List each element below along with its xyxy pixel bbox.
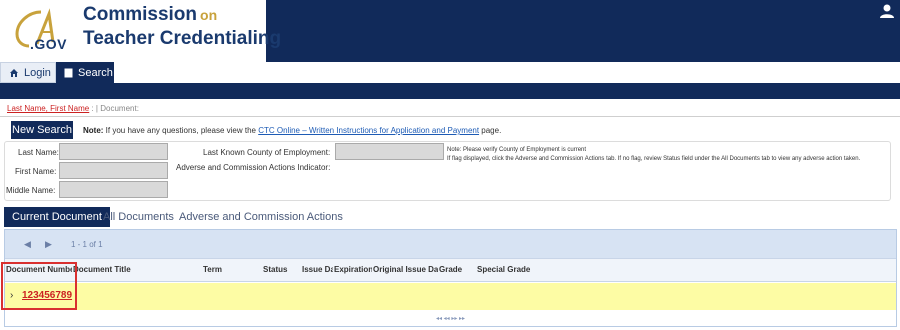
tab-adverse-actions[interactable]: Adverse and Commission Actions — [171, 207, 351, 227]
col-original-issue-date[interactable]: Original Issue Date — [373, 265, 438, 274]
help-note-text: If you have any questions, please view t… — [103, 126, 259, 135]
first-name-field[interactable] — [59, 162, 168, 179]
gov-text: .GOV — [30, 36, 68, 52]
document-tabs: Current Document All Documents Adverse a… — [4, 207, 891, 227]
help-note-prefix: Note: — [83, 126, 104, 135]
pager-count: 1 - 1 of 1 — [71, 240, 103, 249]
nav-login-tab[interactable]: Login — [0, 62, 56, 83]
middle-name-label: Middle Name: — [6, 186, 56, 195]
pager-prev-icon[interactable]: ◀ — [24, 239, 31, 250]
col-document-title[interactable]: Document Title — [73, 265, 201, 274]
breadcrumb-divider — [0, 116, 900, 117]
help-note-suffix: page. — [479, 126, 502, 135]
home-icon — [10, 68, 18, 77]
breadcrumb-name[interactable]: Last Name, First Name — [7, 104, 89, 113]
county-note-line2: If flag displayed, click the Adverse and… — [447, 156, 861, 162]
col-issue-date[interactable]: Issue Date — [302, 265, 333, 274]
breadcrumb: Last Name, First Name : | Document: — [7, 104, 139, 113]
county-label: Last Known County of Employment: — [203, 148, 331, 157]
user-icon[interactable] — [879, 3, 895, 19]
document-icon — [64, 68, 73, 77]
county-field[interactable] — [335, 143, 444, 160]
help-note: Note: If you have any questions, please … — [83, 126, 501, 135]
grid-column-header: Document Number Document Title Term Stat… — [5, 258, 896, 282]
col-status[interactable]: Status — [263, 265, 301, 274]
nav-login-label: Login — [24, 66, 51, 79]
nav-search-label: Search — [78, 66, 113, 79]
first-name-label: First Name: — [15, 167, 57, 176]
col-special-grade[interactable]: Special Grade — [477, 265, 557, 274]
middle-name-field[interactable] — [59, 181, 168, 198]
breadcrumb-document: Document: — [100, 104, 139, 113]
adverse-indicator-label: Adverse and Commission Actions Indicator… — [176, 163, 331, 172]
main-nav: Login Search — [0, 62, 900, 83]
pager-next-icon[interactable]: ▶ — [45, 239, 52, 250]
county-note-line1: Note: Please verify County of Employment… — [447, 147, 587, 153]
col-expiration[interactable]: Expiration — [334, 265, 372, 274]
col-term[interactable]: Term — [203, 265, 261, 274]
org-name-line2: Teacher Credentialing — [83, 28, 282, 49]
table-row[interactable]: › 123456789 — [5, 283, 896, 310]
highlight-box — [1, 262, 77, 310]
site-header: .GOV Commission on Teacher Credentialing — [0, 0, 900, 62]
nav-divider-bar — [0, 83, 900, 99]
grid-bottom-pager[interactable]: ◂◂ ◂◂ ▸▸ ▸▸ — [5, 311, 896, 327]
new-search-button[interactable]: New Search — [11, 121, 73, 139]
county-note: Note: Please verify County of Employment… — [447, 146, 860, 164]
ctc-logo[interactable]: .GOV Commission on Teacher Credentialing — [0, 0, 281, 62]
breadcrumb-separator: : | — [91, 104, 101, 113]
org-name-line1: Commission on — [83, 4, 218, 25]
last-name-label: Last Name: — [18, 148, 59, 157]
documents-grid: ◀ ▶ 1 - 1 of 1 Document Number Document … — [4, 229, 897, 327]
grid-pager: ◀ ▶ 1 - 1 of 1 — [5, 230, 896, 258]
last-name-field[interactable] — [59, 143, 168, 160]
tab-all-documents[interactable]: All Documents — [95, 207, 182, 227]
instructions-link[interactable]: CTC Online – Written Instructions for Ap… — [258, 126, 479, 135]
col-grade[interactable]: Grade — [439, 265, 475, 274]
nav-search-tab[interactable]: Search — [56, 62, 114, 83]
tab-current-document[interactable]: Current Document — [4, 207, 110, 227]
